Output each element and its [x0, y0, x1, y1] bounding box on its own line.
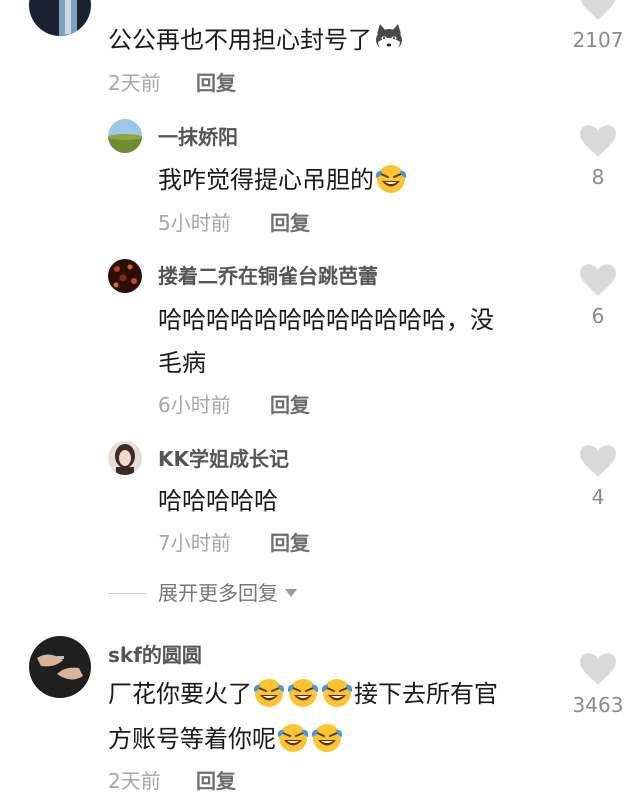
like-count: 6: [591, 304, 605, 328]
reply-button[interactable]: 回复: [270, 213, 310, 233]
comment-text-content: 厂花你要火了: [108, 680, 252, 708]
reply-time: 5小时前: [158, 211, 231, 235]
like-count: 4: [591, 485, 605, 509]
reply-button[interactable]: 回复: [196, 73, 236, 93]
reply-button[interactable]: 回复: [196, 771, 236, 791]
laughing-tears-emoji-icon: [311, 721, 343, 753]
like-count: 3463: [572, 693, 624, 717]
heart-icon: [580, 125, 616, 157]
reply-text: 哈哈哈哈哈哈哈哈哈哈哈哈，没: [158, 306, 494, 334]
like-button[interactable]: 3463: [568, 653, 628, 715]
comment-time: 2天前: [108, 71, 161, 95]
husky-emoji-icon: [373, 22, 405, 54]
reply-text-content: 我咋觉得提心吊胆的: [158, 166, 374, 194]
reply-time: 6小时前: [158, 393, 231, 417]
avatar[interactable]: [29, 636, 91, 698]
reply-button[interactable]: 回复: [270, 533, 310, 553]
avatar[interactable]: [108, 259, 142, 293]
reply-text: 毛病: [158, 349, 206, 377]
laughing-tears-emoji-icon: [321, 676, 353, 708]
heart-icon: [580, 653, 616, 685]
reply-time: 7小时前: [158, 531, 231, 555]
reply-button[interactable]: 回复: [270, 395, 310, 415]
comment-text: 方账号等着你呢: [108, 716, 344, 762]
laughing-tears-emoji-icon: [375, 162, 407, 194]
laughing-tears-emoji-icon: [277, 721, 309, 753]
expand-replies-button[interactable]: 展开更多回复: [108, 581, 298, 605]
comment-text-content: 接下去所有官: [354, 680, 498, 708]
heart-icon: [580, 264, 616, 296]
laughing-tears-emoji-icon: [287, 676, 319, 708]
comment-text-content: 方账号等着你呢: [108, 725, 276, 753]
avatar[interactable]: [108, 441, 142, 475]
comment-text: 厂花你要火了 接下去所有官: [108, 671, 498, 717]
expand-replies-label: 展开更多回复: [158, 581, 278, 605]
username[interactable]: 搂着二乔在铜雀台跳芭蕾: [158, 266, 378, 286]
username[interactable]: 一抹娇阳: [158, 127, 238, 147]
like-button[interactable]: 4: [568, 445, 628, 507]
username[interactable]: skf的圆圆: [108, 645, 202, 665]
heart-icon: [580, 0, 616, 20]
like-button[interactable]: 6: [568, 264, 628, 326]
reply-text: 哈哈哈哈哈: [158, 487, 278, 515]
reply-text: 我咋觉得提心吊胆的: [158, 157, 408, 203]
laughing-tears-emoji-icon: [253, 676, 285, 708]
comment-time: 2天前: [108, 769, 161, 793]
avatar[interactable]: [29, 0, 91, 36]
username[interactable]: KK学姐成长记: [158, 449, 289, 469]
like-button[interactable]: 2107: [568, 0, 628, 50]
like-button[interactable]: 8: [568, 125, 628, 187]
like-count: 8: [591, 165, 605, 189]
divider-line: [108, 592, 146, 594]
comment-text: 公公再也不用担心封号了: [108, 17, 406, 63]
like-count: 2107: [572, 28, 624, 52]
avatar[interactable]: [108, 119, 142, 153]
heart-icon: [580, 445, 616, 477]
caret-down-icon: [285, 589, 297, 597]
comment-text-content: 公公再也不用担心封号了: [108, 26, 372, 54]
